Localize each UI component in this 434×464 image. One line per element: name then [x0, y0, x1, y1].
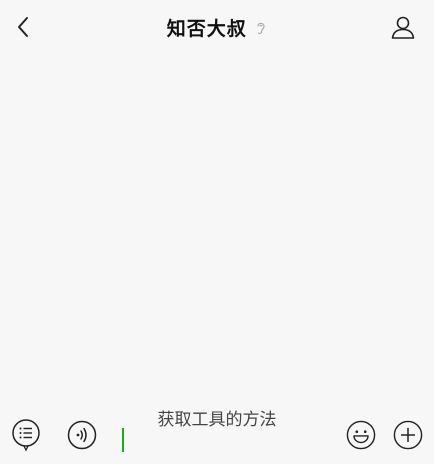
chat-title: 知否大叔 — [166, 19, 247, 40]
text-caret — [122, 428, 124, 452]
composer-bar — [0, 416, 434, 464]
profile-button[interactable] — [388, 12, 418, 42]
chat-header: 知否大叔 — [0, 0, 434, 52]
ear-icon — [257, 22, 265, 34]
message-input[interactable] — [116, 420, 336, 454]
list-menu-icon — [12, 419, 40, 452]
voice-icon — [67, 420, 97, 450]
plus-icon — [393, 420, 423, 450]
more-button[interactable] — [393, 420, 423, 450]
voice-button[interactable] — [67, 420, 97, 450]
emoji-button[interactable] — [346, 420, 376, 450]
menu-button[interactable] — [11, 419, 41, 452]
title-area: 知否大叔 — [0, 14, 434, 41]
smiley-icon — [346, 420, 376, 450]
chat-screen: 知否大叔 获取工具的方法 — [0, 0, 434, 464]
message-list[interactable] — [0, 52, 434, 392]
person-icon — [391, 16, 415, 39]
